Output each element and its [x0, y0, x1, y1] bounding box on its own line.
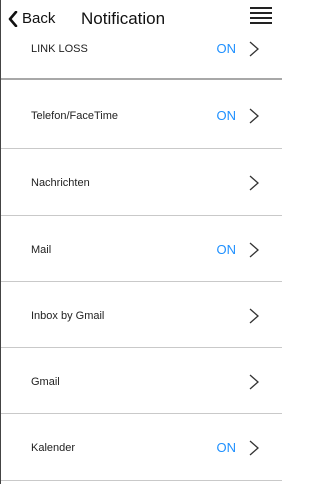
hamburger-menu-icon[interactable]	[250, 7, 272, 24]
chevron-right-icon	[248, 41, 260, 57]
status-badge: ON	[216, 108, 237, 123]
chevron-right-icon	[248, 308, 260, 324]
top-bar: Back Notification	[1, 0, 282, 34]
setting-row-link-loss[interactable]: LINK LOSS ON	[1, 34, 282, 80]
setting-row-nachrichten[interactable]: Nachrichten	[1, 149, 282, 216]
page-title: Notification	[81, 9, 166, 28]
chevron-right-icon	[248, 440, 260, 456]
setting-row-mail[interactable]: Mail ON	[1, 216, 282, 282]
chevron-left-icon	[8, 10, 18, 27]
back-label: Back	[22, 10, 56, 27]
notification-screen: Back Notification LINK LOSS ON Telefon/F…	[0, 0, 282, 484]
setting-row-kalender[interactable]: Kalender ON	[1, 414, 282, 481]
row-label: Telefon/FaceTime	[31, 110, 119, 122]
setting-row-telefon-facetime[interactable]: Telefon/FaceTime ON	[1, 82, 282, 149]
row-label: Gmail	[31, 376, 60, 388]
chevron-right-icon	[248, 242, 260, 258]
status-badge: ON	[216, 41, 237, 56]
row-label: Mail	[31, 244, 52, 256]
chevron-right-icon	[248, 175, 260, 191]
back-button[interactable]: Back	[8, 10, 55, 27]
row-label: Nachrichten	[31, 177, 90, 189]
setting-row-inbox-by-gmail[interactable]: Inbox by Gmail	[1, 282, 282, 348]
row-label: Inbox by Gmail	[31, 310, 105, 322]
setting-row-gmail[interactable]: Gmail	[1, 348, 282, 414]
row-label: Kalender	[31, 442, 76, 454]
status-badge: ON	[216, 242, 237, 257]
row-label: LINK LOSS	[31, 43, 88, 55]
status-badge: ON	[216, 440, 237, 455]
chevron-right-icon	[248, 108, 260, 124]
chevron-right-icon	[248, 374, 260, 390]
